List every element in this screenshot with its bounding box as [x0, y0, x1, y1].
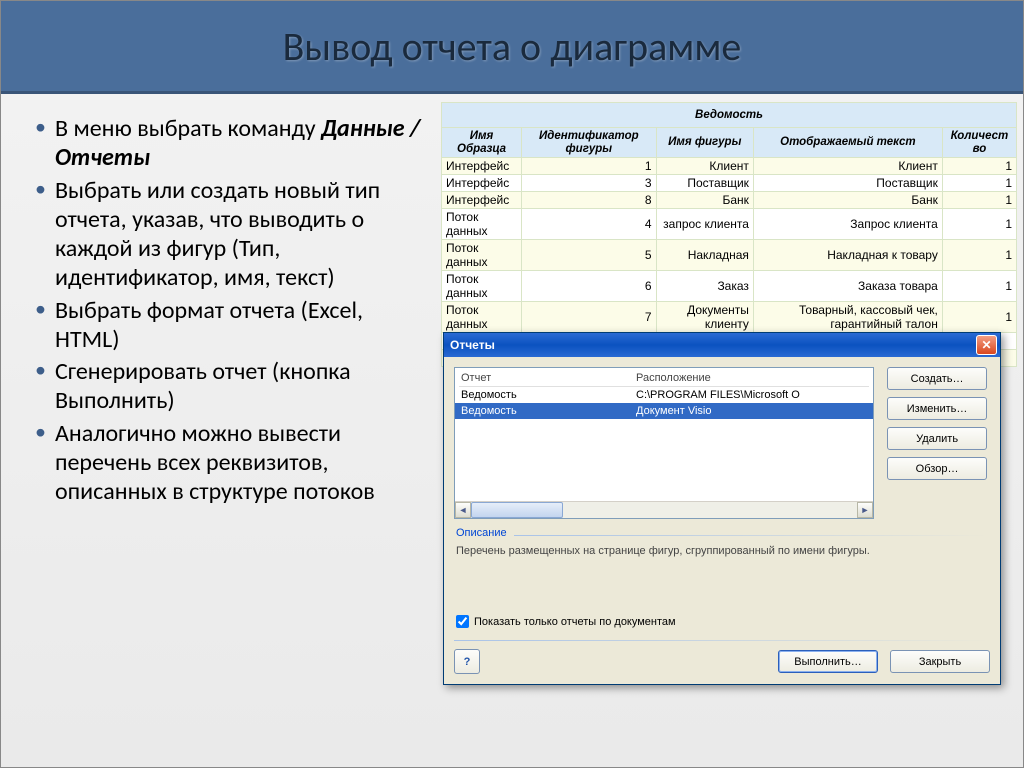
- table-cell: Накладная: [656, 240, 753, 271]
- reports-listbox[interactable]: Отчет Расположение ВедомостьC:\PROGRAM F…: [454, 367, 874, 519]
- close-button[interactable]: Закрыть: [890, 650, 990, 673]
- table-cell: Поставщик: [753, 175, 942, 192]
- table-cell: Интерфейс: [442, 175, 522, 192]
- bullet-item: Выбрать формат отчета (Excel, HTML): [31, 296, 431, 355]
- reports-dialog: Отчеты ✕ Отчет Расположение ВедомостьC:\…: [443, 332, 1001, 685]
- table-cell: 1: [942, 209, 1016, 240]
- table-cell: Банк: [753, 192, 942, 209]
- dialog-titlebar[interactable]: Отчеты ✕: [444, 333, 1000, 357]
- table-cell: Запрос клиента: [753, 209, 942, 240]
- table-cell: Интерфейс: [442, 158, 522, 175]
- table-cell: 1: [942, 175, 1016, 192]
- table-cell: 6: [522, 271, 657, 302]
- table-cell: 1: [942, 240, 1016, 271]
- table-cell: Банк: [656, 192, 753, 209]
- table-cell: 1: [942, 158, 1016, 175]
- scroll-right-icon[interactable]: ►: [857, 502, 873, 518]
- table-cell: 7: [522, 302, 657, 333]
- dialog-title-text: Отчеты: [450, 338, 495, 352]
- table-cell: 1: [942, 192, 1016, 209]
- table-cell: Клиент: [656, 158, 753, 175]
- show-only-doc-reports-checkbox[interactable]: [456, 615, 469, 628]
- list-item-name: Ведомость: [461, 405, 636, 417]
- checkbox-label: Показать только отчеты по документам: [474, 616, 676, 628]
- table-row: Поток данных5НакладнаяНакладная к товару…: [442, 240, 1017, 271]
- sheet-column-header: Идентификатор фигуры: [522, 128, 657, 158]
- bullet-item: Выбрать или создать новый тип отчета, ук…: [31, 176, 431, 293]
- description-text: Перечень размещенных на странице фигур, …: [454, 543, 990, 607]
- table-cell: Накладная к товару: [753, 240, 942, 271]
- table-cell: 1: [942, 302, 1016, 333]
- table-row: Поток данных7Документы клиентуТоварный, …: [442, 302, 1017, 333]
- list-col-location: Расположение: [636, 372, 867, 384]
- table-cell: Поток данных: [442, 271, 522, 302]
- table-cell: 5: [522, 240, 657, 271]
- table-cell: Поток данных: [442, 240, 522, 271]
- bullet-item: В меню выбрать команду Данные / Отчеты: [31, 114, 431, 173]
- bullet-item: Сгенерировать отчет (кнопка Выполнить): [31, 357, 431, 416]
- table-row: Поток данных6ЗаказЗаказа товара1: [442, 271, 1017, 302]
- table-cell: Поставщик: [656, 175, 753, 192]
- table-cell: 1: [942, 271, 1016, 302]
- browse-button[interactable]: Обзор…: [887, 457, 987, 480]
- list-item[interactable]: ВедомостьC:\PROGRAM FILES\Microsoft O: [455, 387, 873, 403]
- delete-button[interactable]: Удалить: [887, 427, 987, 450]
- table-cell: Заказа товара: [753, 271, 942, 302]
- bullet-item: Аналогично можно вывести перечень всех р…: [31, 419, 431, 507]
- list-item-name: Ведомость: [461, 389, 636, 401]
- list-item[interactable]: ВедомостьДокумент Visio: [455, 403, 873, 419]
- table-cell: Интерфейс: [442, 192, 522, 209]
- sheet-column-header: Отображаемый текст: [753, 128, 942, 158]
- create-button[interactable]: Создать…: [887, 367, 987, 390]
- list-item-location: Документ Visio: [636, 405, 867, 417]
- sheet-column-header: Количест во: [942, 128, 1016, 158]
- edit-button[interactable]: Изменить…: [887, 397, 987, 420]
- table-row: Интерфейс8БанкБанк1: [442, 192, 1017, 209]
- table-cell: 1: [522, 158, 657, 175]
- table-cell: запрос клиента: [656, 209, 753, 240]
- sheet-column-header: Имя Образца: [442, 128, 522, 158]
- slide-title-bar: Вывод отчета о диаграмме: [1, 1, 1023, 94]
- scroll-left-icon[interactable]: ◄: [455, 502, 471, 518]
- table-cell: 8: [522, 192, 657, 209]
- table-cell: 3: [522, 175, 657, 192]
- run-button[interactable]: Выполнить…: [778, 650, 878, 673]
- table-cell: Поток данных: [442, 302, 522, 333]
- table-row: Интерфейс3ПоставщикПоставщик1: [442, 175, 1017, 192]
- help-icon[interactable]: ?: [454, 649, 480, 674]
- sheet-column-header: Имя фигуры: [656, 128, 753, 158]
- table-cell: Поток данных: [442, 209, 522, 240]
- table-cell: 4: [522, 209, 657, 240]
- slide: Вывод отчета о диаграмме В меню выбрать …: [0, 0, 1024, 768]
- bullet-panel: В меню выбрать команду Данные / ОтчетыВы…: [1, 94, 441, 767]
- description-group-label: Описание: [456, 527, 988, 539]
- spreadsheet: Ведомость Имя ОбразцаИдентификатор фигур…: [441, 102, 1017, 367]
- list-col-report: Отчет: [461, 372, 636, 384]
- table-cell: Клиент: [753, 158, 942, 175]
- table-cell: Документы клиенту: [656, 302, 753, 333]
- horizontal-scrollbar[interactable]: ◄ ►: [455, 501, 873, 518]
- sheet-title: Ведомость: [442, 103, 1017, 128]
- close-icon[interactable]: ✕: [976, 335, 997, 355]
- table-cell: Заказ: [656, 271, 753, 302]
- slide-title: Вывод отчета о диаграмме: [283, 22, 742, 71]
- table-row: Интерфейс1КлиентКлиент1: [442, 158, 1017, 175]
- table-cell: Товарный, кассовый чек, гарантийный тало…: [753, 302, 942, 333]
- table-row: Поток данных4запрос клиентаЗапрос клиент…: [442, 209, 1017, 240]
- list-item-location: C:\PROGRAM FILES\Microsoft O: [636, 389, 867, 401]
- scroll-thumb[interactable]: [471, 502, 563, 518]
